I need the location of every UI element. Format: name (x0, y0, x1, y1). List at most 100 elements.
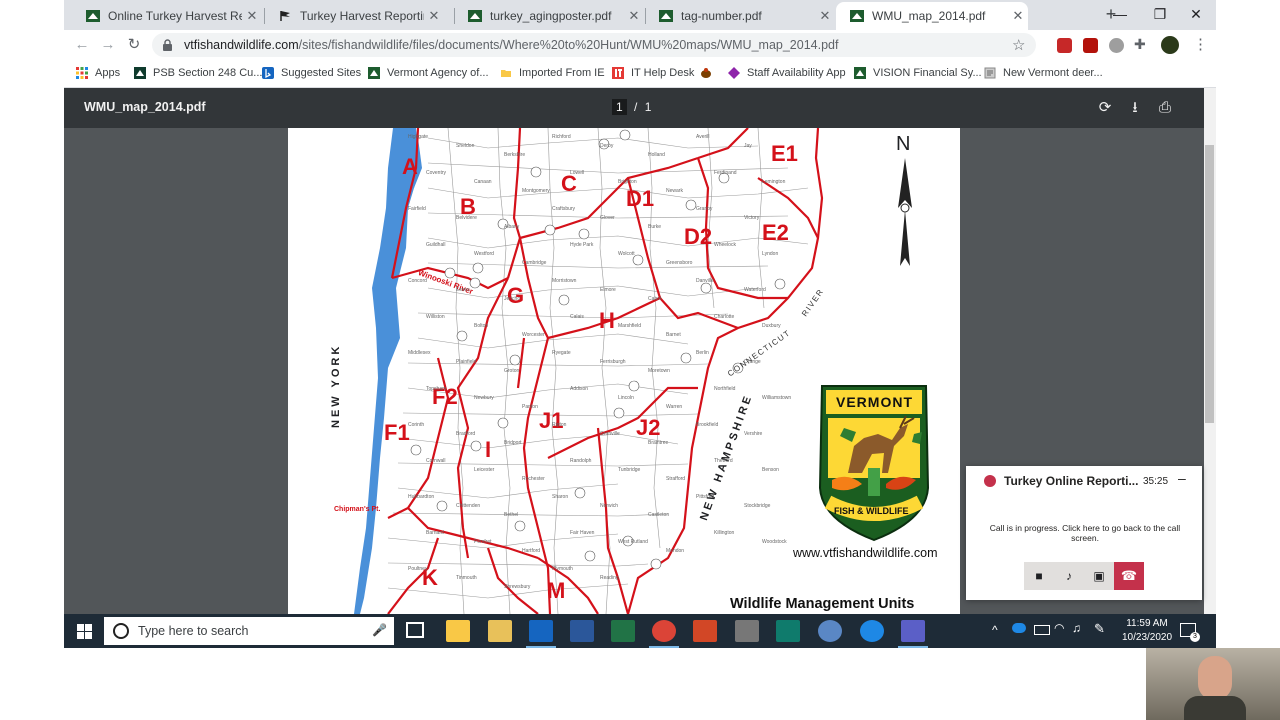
logo-fish-wildlife-text: FISH & WILDLIFE (834, 506, 909, 516)
tab-close-icon[interactable]: ✕ (242, 8, 262, 24)
forward-arrow-icon[interactable]: → (98, 35, 118, 55)
clock[interactable]: 11:59 AM 10/23/2020 (1122, 617, 1172, 645)
town-label: Jericho (504, 296, 521, 302)
tab-turkey-agingposter[interactable]: turkey_agingposter.pdf ✕ (454, 2, 644, 30)
task-view-icon[interactable] (406, 622, 424, 638)
circle-extension-icon[interactable] (1109, 38, 1124, 53)
bookmark-star-icon[interactable]: ☆ (1012, 36, 1025, 54)
download-icon[interactable]: ⭳ (1125, 98, 1145, 118)
tray-chevron-icon[interactable]: ^ (992, 623, 998, 637)
wmu-label-d2: D2 (684, 224, 713, 249)
file-explorer-icon[interactable] (446, 620, 470, 642)
outlook-icon[interactable] (529, 620, 553, 642)
lock-icon[interactable] (162, 39, 173, 51)
tab-tag-number[interactable]: tag-number.pdf ✕ (645, 2, 835, 30)
minimize-button[interactable]: — (1100, 0, 1140, 30)
town-label: Concord (408, 278, 427, 284)
maximize-button[interactable]: ❐ (1140, 0, 1180, 30)
network-app-icon[interactable] (818, 620, 842, 642)
file-app-icon[interactable] (488, 620, 512, 642)
bookmark-apps[interactable]: Apps (76, 65, 120, 81)
call-message[interactable]: Call is in progress. Click here to go ba… (976, 523, 1194, 543)
bookmark-vermont-agency[interactable]: Vermont Agency of... (368, 65, 489, 81)
search-icon (113, 623, 129, 639)
profile-avatar[interactable] (1161, 36, 1179, 54)
pdf-scrollbar-thumb[interactable] (1205, 145, 1214, 423)
pdf-filename: WMU_map_2014.pdf (84, 100, 206, 114)
town-label: Newark (666, 188, 683, 194)
word-icon[interactable] (570, 620, 594, 642)
website-text: www.vtfishandwildlife.com (793, 546, 938, 560)
current-page-input[interactable]: 1 (612, 99, 627, 115)
wifi-icon[interactable]: ◠ (1054, 621, 1064, 635)
teams-call-panel[interactable]: Turkey Online Reporti... 35:25 – Call is… (966, 466, 1202, 600)
town-label: Hubbardton (408, 494, 435, 500)
folder-icon (501, 70, 511, 77)
rotate-icon[interactable]: ⟳ (1095, 98, 1115, 118)
bug-icon (701, 68, 711, 78)
excel-icon[interactable] (611, 620, 635, 642)
reload-icon[interactable]: ↻ (124, 35, 144, 55)
town-label: Worcester (522, 332, 545, 338)
puzzle-extensions-icon[interactable]: ✚ (1134, 36, 1146, 53)
share-screen-icon[interactable]: ▣ (1084, 562, 1114, 590)
more-menu-icon[interactable]: ⋮ (1193, 35, 1208, 53)
town-label: Poultney (408, 566, 428, 572)
clock-time: 11:59 AM (1126, 618, 1168, 629)
tab-wmu-map[interactable]: WMU_map_2014.pdf ✕ (836, 2, 1028, 30)
publisher-icon[interactable] (776, 620, 800, 642)
microphone-icon[interactable]: ♪ (1054, 562, 1084, 590)
pen-icon[interactable]: ✎ (1094, 621, 1105, 637)
tab-close-icon[interactable]: ✕ (424, 8, 444, 24)
tab-online-turkey-harvest[interactable]: Online Turkey Harvest Reportin ✕ (72, 2, 262, 30)
town-label: Topsham (426, 386, 447, 392)
vermont-icon (368, 67, 380, 79)
town-label: Fair Haven (570, 530, 595, 536)
powerpoint-icon[interactable] (693, 620, 717, 642)
minimize-call-icon[interactable]: – (1178, 470, 1186, 486)
tab-close-icon[interactable]: ✕ (815, 8, 835, 24)
town-label: Coventry (426, 170, 447, 176)
person-face (1198, 656, 1232, 700)
bookmark-psb[interactable]: PSB Section 248 Cu... (134, 65, 262, 81)
hang-up-icon[interactable]: ☎ (1114, 562, 1144, 590)
town-label: Berkshire (504, 152, 526, 158)
battery-icon[interactable] (1034, 625, 1050, 635)
shield-extension-icon[interactable] (1057, 38, 1072, 53)
back-arrow-icon[interactable]: ← (72, 35, 92, 55)
pdf-page: A B C D1 D2 E1 E2 G H F2 F1 I J1 J2 K M … (288, 128, 960, 614)
bookmark-vision-financial[interactable]: VISION Financial Sy... (854, 65, 982, 81)
bookmark-imported-from-ie[interactable]: Imported From IE (500, 65, 605, 81)
address-bar[interactable]: vtfishandwildlife.com/sites/fishandwildl… (152, 33, 1036, 57)
internet-explorer-icon[interactable] (860, 620, 884, 642)
teams-icon[interactable] (901, 620, 925, 642)
page-icon (984, 67, 996, 79)
vermont-favicon-icon (86, 10, 100, 22)
town-label: Middlesex (408, 350, 431, 356)
town-label: Waterford (744, 287, 766, 293)
town-label: Greensboro (666, 260, 693, 266)
tab-close-icon[interactable]: ✕ (624, 8, 644, 24)
volume-icon[interactable]: ♫ (1072, 621, 1081, 635)
microphone-icon[interactable]: 🎤 (372, 623, 387, 637)
town-label: Randolph (570, 458, 592, 464)
taskbar-search[interactable]: Type here to search 🎤 (104, 617, 394, 645)
chrome-icon[interactable] (652, 620, 676, 642)
calculator-icon[interactable] (735, 620, 759, 642)
town-label: Ferrisburgh (600, 359, 626, 365)
bookmark-bug[interactable] (700, 65, 719, 81)
tab-close-icon[interactable]: ✕ (1008, 8, 1028, 24)
windows-start-icon[interactable] (77, 624, 92, 639)
bookmark-new-vermont-deer[interactable]: New Vermont deer... (984, 65, 1103, 81)
print-icon[interactable]: ⎙ (1155, 98, 1175, 118)
camera-icon[interactable]: ■ (1024, 562, 1054, 590)
onedrive-icon[interactable] (1012, 623, 1026, 633)
bookmark-staff-availability[interactable]: Staff Availability App (728, 65, 846, 81)
tab-turkey-harvest-reporting[interactable]: Turkey Harvest Reporting - VT ✕ (264, 2, 444, 30)
bookmark-it-help-desk[interactable]: IT Help Desk (612, 65, 694, 81)
bookmark-suggested-sites[interactable]: Suggested Sites (262, 65, 361, 81)
close-window-button[interactable]: ✕ (1176, 0, 1216, 30)
town-label: Berlin (696, 350, 709, 356)
acrobat-extension-icon[interactable] (1083, 38, 1098, 53)
town-label: Plymouth (552, 566, 573, 572)
